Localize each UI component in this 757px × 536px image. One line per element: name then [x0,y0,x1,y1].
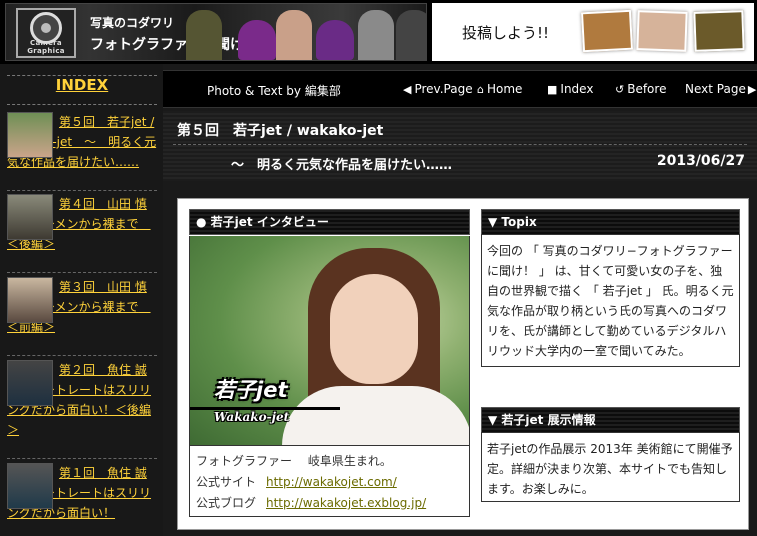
main-content: Photo & Text by 編集部 ◀ Prev.Page ⌂ Home ■ In… [163,64,757,536]
photo-caption: 若子jet Wakako-jet [190,374,340,434]
index-link[interactable]: ■ Index [547,82,593,96]
caption-name-jp: 若子jet [214,378,288,402]
interview-heading: ● 若子jet インタビュー [189,209,470,235]
article-body: ● 若子jet インタビュー 若子jet Wakako-jet フォトグラファー… [177,198,749,530]
banner-silhouette [238,20,276,60]
banner-photographer-image [396,10,426,60]
topix-heading: ▼ Topix [481,209,740,235]
sidebar-item-episode-5[interactable]: 第５回 若子jet / wakako-jet 〜 明るく元気な作品を届けたい…… [7,112,157,192]
before-link[interactable]: ↺ Before [615,82,666,96]
sidebar-item-episode-1[interactable]: 第１回 魚住 誠一 ポートレートはスリリングだから面白い！ [7,463,157,536]
title-divider [173,144,747,145]
next-page-link[interactable]: Next Page ▶ [685,82,757,96]
banner-tagline: 写真のコダワリ [90,16,175,30]
site-label: 公式サイト [196,475,257,489]
episode-thumbnail [7,277,53,323]
sidebar: INDEX 第５回 若子jet / wakako-jet 〜 明るく元気な作品を… [0,64,163,536]
topix-body: 今回の 「 写真のコダワリ−フォトグラファーに聞け！ 」 は、甘くて可愛い女の子… [481,234,740,367]
episode-thumbnail [7,463,53,509]
left-triangle-icon: ◀ [403,83,412,96]
prev-page-label: Prev.Page [414,82,473,96]
banner-headline: フォトグラファーに聞け！ [90,37,258,53]
banner-silhouette [316,20,354,60]
next-page-label: Next Page [685,82,746,96]
sidebar-item-episode-4[interactable]: 第４回 山田 慎二 ラーメンから裸まで ＜後編＞ [7,194,157,274]
profile-text: フォトグラファー 岐阜県生まれ。 [196,454,392,468]
episode-thumbnail [7,112,53,158]
article-subtitle: 〜 明るく元気な作品を届けたい…… [231,158,453,173]
official-site-link[interactable]: http://wakakojet.com/ [266,475,397,489]
episode-thumbnail [7,194,53,240]
sample-photo-lights [693,10,745,52]
official-blog-link[interactable]: http://wakakojet.exblog.jp/ [266,496,426,510]
top-banner: Camera Graphica 写真のコダワリ フォトグラファーに聞け！ 投稿し… [0,0,757,64]
divider [7,190,157,191]
sidebar-item-episode-3[interactable]: 第３回 山田 慎二 ラーメンから裸まで ＜前編＞ [7,277,157,357]
article-title: 第５回 若子jet / wakako-jet [177,123,384,139]
index-title[interactable]: INDEX [7,75,157,105]
undo-arrow-icon: ↺ [615,83,625,96]
page-navbar: Photo & Text by 編集部 ◀ Prev.Page ⌂ Home ■ In… [163,70,757,108]
banner-photographer-image [186,10,222,60]
profile-box: フォトグラファー 岐阜県生まれ。 公式サイト http://wakakojet.c… [189,445,470,517]
sample-photo-girl [636,10,688,52]
blog-row: 公式ブログ http://wakakojet.exblog.jp/ [196,494,426,511]
home-link[interactable]: ⌂ Home [477,82,522,96]
site-logo[interactable]: Camera Graphica [16,8,76,58]
exhibition-heading: ▼ 若子jet 展示情報 [481,407,740,433]
divider [7,458,157,459]
post-cta: 投稿しよう!! [462,24,550,42]
banner-photographer-image [276,10,312,60]
divider [7,355,157,356]
episode-thumbnail [7,360,53,406]
exhibition-body: 若子jetの作品展示 2013年 美術館にて開催予定。詳細が決まり次第、本サイト… [481,432,740,502]
portrait-photo: 若子jet Wakako-jet [189,236,470,446]
article-date: 2013/06/27 [656,153,745,169]
divider [7,272,157,273]
post-banner[interactable]: 投稿しよう!! [432,3,754,61]
home-icon: ⌂ [477,83,484,96]
before-label: Before [627,82,667,96]
logo-text: Camera Graphica [27,39,65,55]
banner-ad[interactable]: Camera Graphica 写真のコダワリ フォトグラファーに聞け！ [5,3,427,61]
blog-label: 公式ブログ [196,496,257,510]
byline: Photo & Text by 編集部 [207,84,341,98]
right-triangle-icon: ▶ [747,83,757,96]
caption-name-en: Wakako-jet [214,410,290,424]
index-label: Index [560,82,594,96]
portrait-face [330,274,418,384]
prev-page-link[interactable]: ◀ Prev.Page [403,82,473,96]
site-row: 公式サイト http://wakakojet.com/ [196,473,397,490]
sample-photo-dog [580,9,634,53]
home-label: Home [486,82,523,96]
article-header: 第５回 若子jet / wakako-jet 〜 明るく元気な作品を届けたい……… [163,111,757,181]
banner-photographer-image [358,10,394,60]
sidebar-item-episode-2[interactable]: 第２回 魚住 誠一 ポートレートはスリリングだから面白い！＜後編＞ [7,360,157,460]
square-icon: ■ [547,83,558,96]
